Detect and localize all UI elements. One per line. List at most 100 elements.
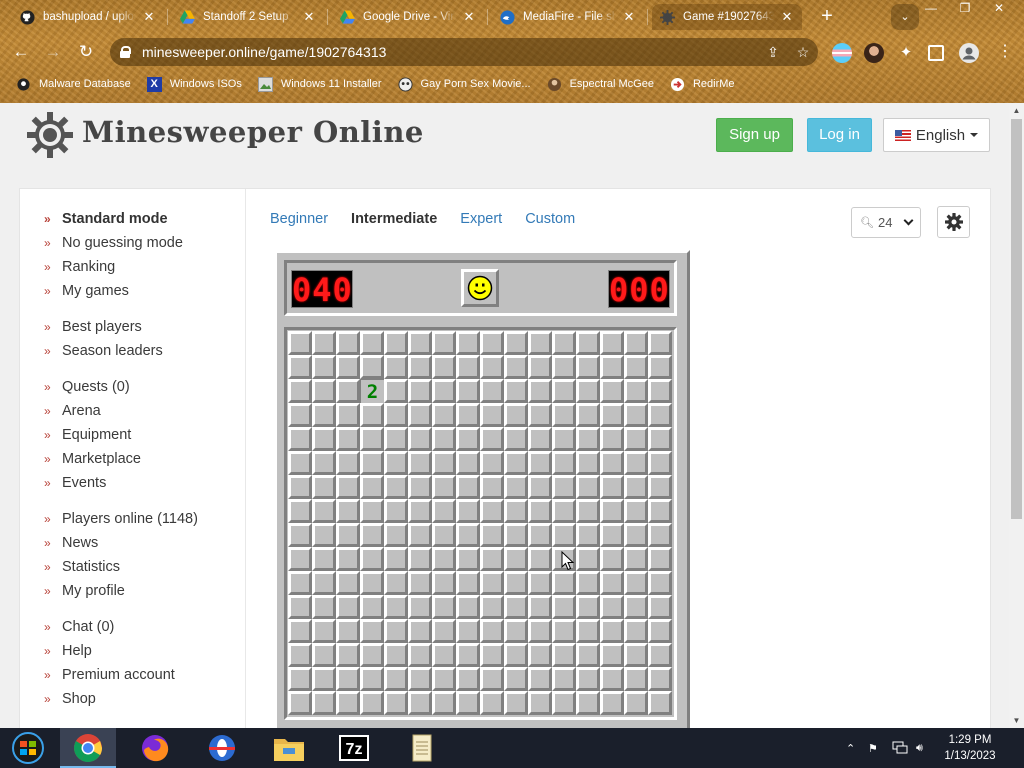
sign-up-button[interactable]: Sign up [716, 118, 793, 152]
board-cell[interactable] [456, 547, 480, 571]
sidebar-item-news[interactable]: » News [44, 531, 198, 555]
board-cell[interactable] [600, 499, 624, 523]
board-cell[interactable] [552, 451, 576, 475]
board-cell[interactable] [624, 475, 648, 499]
forward-icon[interactable]: → [40, 40, 66, 64]
board-cell[interactable] [456, 355, 480, 379]
board-cell[interactable] [648, 475, 672, 499]
tab-close-icon[interactable]: ✕ [302, 9, 316, 25]
board-cell[interactable] [432, 355, 456, 379]
board-cell[interactable] [504, 691, 528, 715]
board-cell[interactable] [408, 643, 432, 667]
board-cell[interactable] [360, 547, 384, 571]
board-cell[interactable] [504, 475, 528, 499]
sidebar-item-my-games[interactable]: » My games [44, 279, 183, 303]
board-cell[interactable] [360, 643, 384, 667]
board-cell[interactable] [432, 643, 456, 667]
board-cell[interactable] [576, 499, 600, 523]
bookmark-gay-porn[interactable]: Gay Porn Sex Movie... [398, 76, 531, 92]
board-cell[interactable] [624, 499, 648, 523]
bookmark-malware-database[interactable]: Malware Database [16, 77, 131, 92]
sidebar-item-best-players[interactable]: » Best players [44, 315, 163, 339]
board-cell[interactable] [480, 355, 504, 379]
board-cell[interactable] [480, 667, 504, 691]
board-cell[interactable] [576, 691, 600, 715]
board-cell[interactable] [384, 427, 408, 451]
profile-extension-icon[interactable] [864, 43, 884, 63]
board-cell[interactable] [312, 667, 336, 691]
log-in-button[interactable]: Log in [807, 118, 872, 152]
board-cell[interactable] [384, 499, 408, 523]
system-clock[interactable]: 1:29 PM 1/13/2023 [938, 732, 1002, 764]
sidebar-item-season-leaders[interactable]: » Season leaders [44, 339, 163, 363]
board-cell[interactable] [504, 523, 528, 547]
board-cell[interactable] [432, 331, 456, 355]
sidebar-item-chat[interactable]: » Chat (0) [44, 615, 175, 639]
board-cell[interactable] [528, 547, 552, 571]
sidebar-item-players-online[interactable]: » Players online (1148) [44, 507, 198, 531]
volume-icon[interactable]: 🔊︎ [916, 728, 923, 768]
board-cell[interactable] [408, 331, 432, 355]
board-cell[interactable] [504, 379, 528, 403]
board-cell[interactable] [456, 331, 480, 355]
board-cell[interactable] [576, 595, 600, 619]
board-cell[interactable] [600, 667, 624, 691]
board-cell[interactable] [552, 331, 576, 355]
sidebar-item-quests[interactable]: » Quests (0) [44, 375, 141, 399]
board-cell[interactable] [336, 595, 360, 619]
board-cell[interactable] [528, 571, 552, 595]
board-cell[interactable] [288, 547, 312, 571]
board-cell[interactable] [456, 499, 480, 523]
back-icon[interactable]: ← [8, 40, 34, 64]
board-cell[interactable] [312, 571, 336, 595]
board-cell[interactable] [336, 643, 360, 667]
board-cell[interactable] [408, 547, 432, 571]
board-cell[interactable] [624, 523, 648, 547]
board-cell[interactable] [384, 667, 408, 691]
board-cell[interactable] [480, 379, 504, 403]
board-cell[interactable] [576, 523, 600, 547]
board-cell[interactable] [600, 331, 624, 355]
board-cell[interactable] [312, 499, 336, 523]
board-cell[interactable] [576, 355, 600, 379]
board-cell[interactable] [432, 403, 456, 427]
board-cell[interactable] [576, 643, 600, 667]
board-cell[interactable] [480, 475, 504, 499]
board-cell[interactable] [384, 571, 408, 595]
tab-close-icon[interactable]: ✕ [142, 9, 156, 25]
board-cell[interactable] [288, 667, 312, 691]
board-cell[interactable] [576, 547, 600, 571]
board-cell[interactable] [648, 571, 672, 595]
board-cell[interactable] [528, 451, 552, 475]
board-cell[interactable] [408, 619, 432, 643]
board-cell[interactable] [456, 403, 480, 427]
board-cell[interactable] [432, 427, 456, 451]
board-cell[interactable] [360, 571, 384, 595]
board-cell[interactable] [504, 427, 528, 451]
board-cell[interactable] [432, 547, 456, 571]
share-icon[interactable]: ⇪ [758, 44, 788, 61]
board-cell[interactable] [336, 475, 360, 499]
show-hidden-icons-chevron-icon[interactable]: ⌃ [846, 728, 855, 768]
settings-button[interactable] [937, 206, 970, 238]
board-cell[interactable] [552, 643, 576, 667]
windows-start-icon[interactable] [0, 728, 56, 768]
sidebar-item-no-guessing[interactable]: » No guessing mode [44, 231, 183, 255]
board-cell[interactable] [624, 331, 648, 355]
board-cell[interactable] [528, 355, 552, 379]
board-cell[interactable] [432, 571, 456, 595]
bookmark-espectral-mcgee[interactable]: Espectral McGee [547, 77, 654, 92]
board-cell[interactable] [456, 571, 480, 595]
board-cell[interactable] [384, 451, 408, 475]
board-cell[interactable] [288, 691, 312, 715]
board-cell[interactable] [600, 379, 624, 403]
board-cell[interactable] [456, 667, 480, 691]
board-cell[interactable] [552, 499, 576, 523]
board-cell[interactable] [408, 475, 432, 499]
board-cell[interactable] [504, 667, 528, 691]
board-cell[interactable] [576, 571, 600, 595]
board-cell[interactable] [408, 355, 432, 379]
board-cell[interactable] [624, 619, 648, 643]
site-logo-mine-icon[interactable] [26, 111, 74, 159]
board-cell[interactable] [624, 571, 648, 595]
